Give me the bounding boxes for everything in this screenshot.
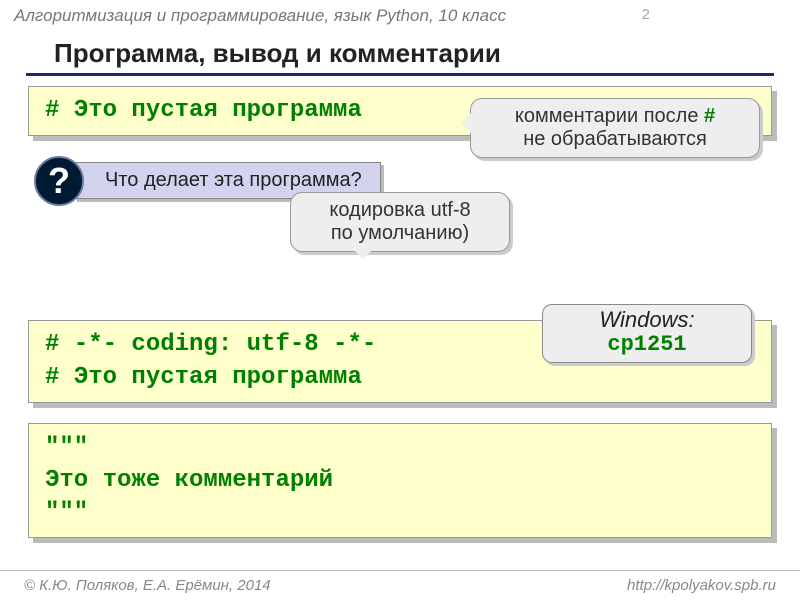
callout-text: комментарии после xyxy=(515,105,704,127)
callout-text-2: не обрабатываются xyxy=(523,128,707,150)
slide-header: Алгоритмизация и программирование, язык … xyxy=(0,0,800,30)
page-number: 2 xyxy=(642,6,650,23)
code-line: """ xyxy=(45,497,755,529)
copyright: © К.Ю. Поляков, Е.А. Ерёмин, 2014 xyxy=(24,577,271,594)
callout-comments: комментарии после # не обрабатываются xyxy=(470,98,760,158)
code-line: # Это пустая программа xyxy=(45,97,362,124)
encoding-line2: по умолчанию) xyxy=(331,222,469,244)
question-text: Что делает эта программа? xyxy=(105,169,362,191)
course-title: Алгоритмизация и программирование, язык … xyxy=(14,6,506,25)
code-line: Это тоже комментарий xyxy=(45,465,755,497)
slide-footer: © К.Ю. Поляков, Е.А. Ерёмин, 2014 http:/… xyxy=(0,570,800,600)
callout-windows: Windows: cp1251 xyxy=(542,304,752,363)
slide-content: # Это пустая программа комментарии после… xyxy=(0,86,800,538)
hash-symbol: # xyxy=(704,105,715,127)
slide-title: Программа, вывод и комментарии xyxy=(26,30,774,76)
cp1251-label: cp1251 xyxy=(607,332,686,357)
callout-encoding: кодировка utf-8 по умолчанию) xyxy=(290,192,510,252)
encoding-line1: кодировка utf-8 xyxy=(329,199,470,221)
code-line: # Это пустая программа xyxy=(45,362,755,394)
code-block-3: """ Это тоже комментарий """ xyxy=(28,423,772,538)
footer-url: http://kpolyakov.spb.ru xyxy=(627,577,776,594)
windows-label: Windows: xyxy=(599,307,694,332)
code-line: """ xyxy=(45,432,755,464)
